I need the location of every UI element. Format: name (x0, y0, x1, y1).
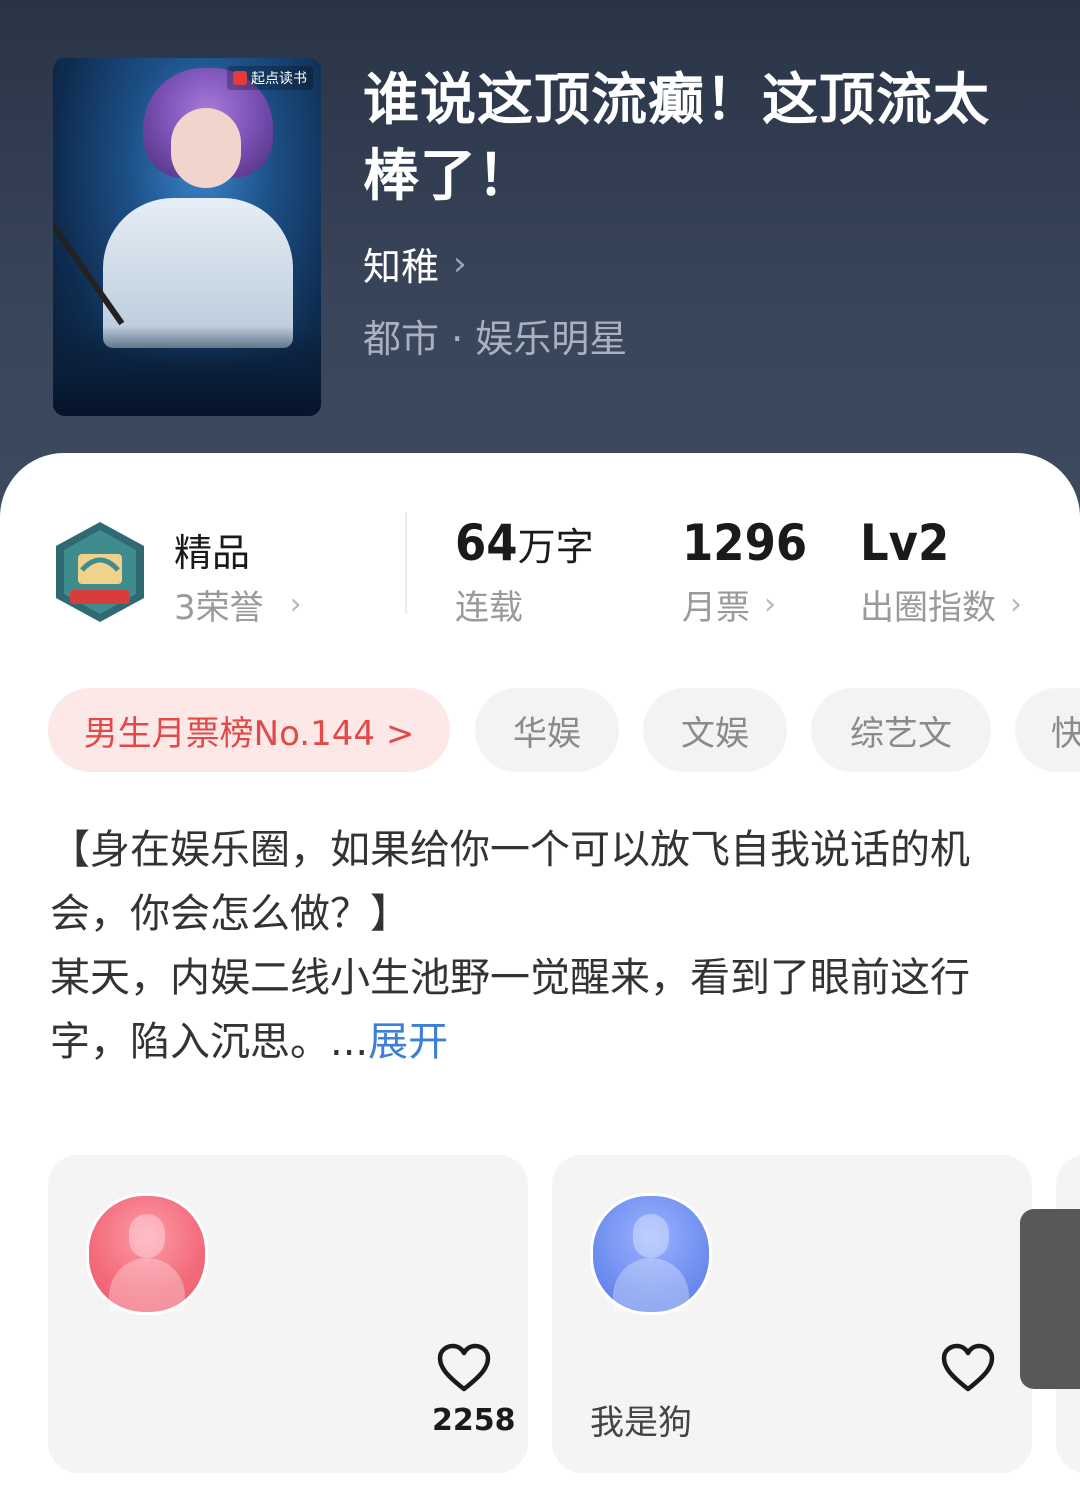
avatar-head-shape (633, 1214, 669, 1258)
avatar[interactable] (590, 1193, 712, 1315)
word-count-label: 连载 (455, 588, 523, 628)
tag-chip[interactable]: 华娱 (475, 688, 619, 772)
quality-label: 精品 (174, 531, 251, 575)
book-title: 谁说这顶流癫！这顶流太棒了！ (363, 67, 990, 209)
author-name: 知稚 (363, 245, 440, 289)
synopsis-line: 某天，内娱二线小生池野一觉醒来，看到了眼前这行字，陷入沉思。... (50, 955, 970, 1065)
fan-nickname: 我是狗 (590, 1403, 692, 1443)
book-cover[interactable]: 起点读书 (53, 58, 321, 416)
cover-brand-badge: 起点读书 (227, 66, 313, 90)
book-synopsis[interactable]: 【身在娱乐圈，如果给你一个可以放飞自我说话的机会，你会怎么做？】 某天，内娱二线… (50, 818, 1010, 1074)
popularity-stat[interactable]: Lv2 出圈指数 › (860, 514, 1022, 629)
brand-logo-icon (233, 71, 247, 85)
chevron-right-icon: › (453, 243, 467, 284)
chevron-right-icon: › (1010, 587, 1022, 622)
floating-side-handle[interactable] (1020, 1209, 1080, 1389)
tag-chip[interactable]: 综艺文 (811, 688, 991, 772)
chevron-right-icon: › (289, 587, 302, 622)
chevron-right-icon: › (764, 587, 776, 622)
monthly-votes-label: 月票 (682, 588, 750, 628)
cover-art-crowd (53, 326, 321, 416)
popularity-label: 出圈指数 (860, 588, 996, 628)
cover-brand-text: 起点读书 (251, 71, 307, 87)
avatar[interactable] (86, 1193, 208, 1315)
honors-label: 3荣誉 (174, 588, 264, 628)
cover-art-face (171, 108, 241, 188)
rank-chip[interactable]: 男生月票榜No.144 > (48, 688, 450, 772)
fan-card[interactable]: 我是狗 (552, 1155, 1032, 1473)
monthly-votes-stat[interactable]: 1296 月票 › (682, 514, 807, 629)
tag-chip[interactable]: 文娱 (643, 688, 787, 772)
word-count-value: 64 (455, 514, 518, 572)
fan-card[interactable]: 2258 (48, 1155, 528, 1473)
book-genre: 都市 · 娱乐明星 (363, 317, 628, 361)
avatar-head-shape (129, 1214, 165, 1258)
like-count: 2258 (432, 1403, 516, 1438)
expand-link[interactable]: 展开 (368, 1019, 448, 1065)
popularity-value: Lv2 (860, 514, 950, 572)
avatar-shoulders-shape (109, 1258, 185, 1312)
quality-emblem-icon[interactable] (52, 520, 148, 624)
honors-link[interactable]: 3荣誉 › (174, 580, 302, 629)
word-count-unit: 万字 (517, 525, 594, 569)
synopsis-line: 【身在娱乐圈，如果给你一个可以放飞自我说话的机会，你会怎么做？】 (50, 827, 970, 937)
stats-divider (405, 512, 407, 614)
word-count-stat: 64万字 连载 (455, 514, 594, 629)
avatar-shoulders-shape (613, 1258, 689, 1312)
heart-icon[interactable] (436, 1343, 492, 1393)
heart-icon[interactable] (940, 1343, 996, 1393)
author-link[interactable]: 知稚 › (363, 236, 467, 291)
monthly-votes-value: 1296 (682, 514, 808, 572)
